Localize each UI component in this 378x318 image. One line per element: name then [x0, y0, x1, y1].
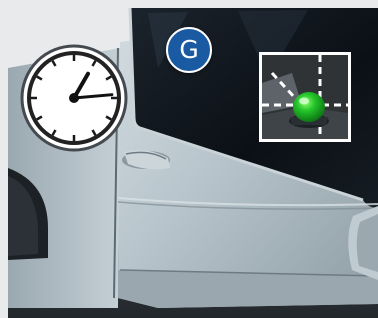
- green-warning-light-icon: [259, 52, 351, 142]
- badge-letter: G: [179, 35, 199, 64]
- clock-icon: [20, 44, 128, 152]
- section-badge-g: G: [166, 27, 212, 73]
- illustration-frame: G: [0, 0, 378, 318]
